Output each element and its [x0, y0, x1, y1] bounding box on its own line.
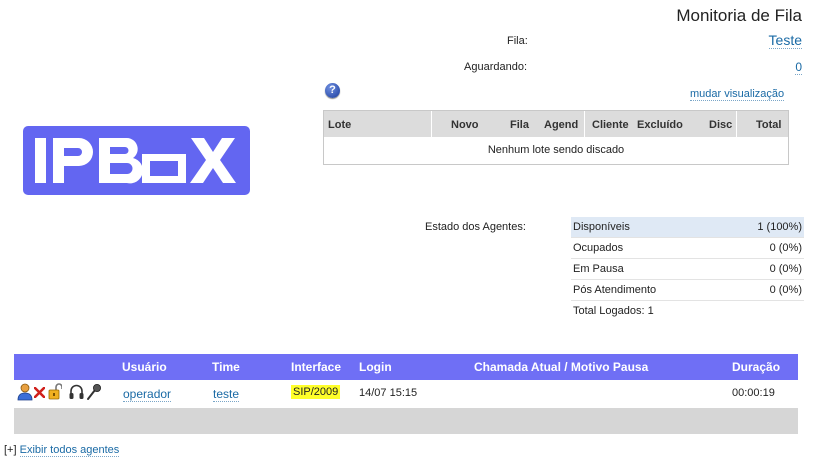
estado-name: Disponíveis [573, 221, 630, 233]
estado-name: Ocupados [573, 242, 624, 254]
estado-value: 0 (0%) [769, 263, 802, 275]
estado-name: Pós Atendimento [573, 284, 657, 296]
page-title: Monitoria de Fila [676, 6, 802, 25]
help-icon[interactable]: ? [325, 83, 340, 98]
table-row: operador teste SIP/2009 14/07 15:15 00:0… [14, 380, 798, 408]
col-cliente: Cliente [592, 119, 629, 131]
lotes-empty-message: Nenhum lote sendo discado [487, 144, 625, 156]
mudar-visualizacao-link[interactable]: mudar visualização [690, 88, 785, 101]
col-interface: Interface [291, 360, 342, 374]
estado-value: 1 (100%) [757, 221, 802, 233]
agents-table-header: Usuário Time Interface Login Chamada Atu… [14, 354, 798, 380]
estado-row-disponiveis: Disponíveis 1 (100%) [571, 217, 804, 238]
logout-x-icon[interactable] [34, 387, 45, 398]
col-excluido: Excluído [637, 119, 683, 131]
agents-table-footer [14, 408, 798, 434]
estado-value: 0 (0%) [769, 284, 802, 296]
headset-icon[interactable] [69, 383, 84, 401]
estado-value: 0 (0%) [769, 242, 802, 254]
estado-name: Em Pausa [573, 263, 624, 275]
estado-row-em-pausa: Em Pausa 0 (0%) [571, 259, 804, 280]
col-login: Login [359, 360, 392, 374]
col-time: Time [212, 360, 240, 374]
col-chamada-atual: Chamada Atual / Motivo Pausa [474, 360, 649, 374]
agent-user-icon[interactable] [17, 383, 33, 401]
agent-login: 14/07 15:15 [359, 387, 418, 399]
agent-interface-value: SIP/2009 [291, 385, 341, 399]
estado-agentes-label: Estado dos Agentes: [425, 221, 526, 233]
ipbox-logo [23, 126, 250, 195]
col-lote: Lote [328, 119, 352, 131]
col-usuario: Usuário [122, 360, 167, 374]
agent-usuario-link[interactable]: operador [123, 387, 172, 402]
col-duracao: Duração [732, 360, 781, 374]
lotes-table-header: Lote Novo Fila Agend Cliente Excluído Di… [324, 111, 788, 137]
estado-agentes-list: Disponíveis 1 (100%) Ocupados 0 (0%) Em … [571, 217, 804, 321]
total-logados: Total Logados: 1 [573, 305, 654, 317]
lotes-table: Lote Novo Fila Agend Cliente Excluído Di… [323, 110, 789, 165]
col-total: Total [756, 119, 782, 131]
col-agend: Agend [544, 119, 579, 131]
col-novo: Novo [451, 119, 479, 131]
agents-table: Usuário Time Interface Login Chamada Atu… [14, 354, 798, 434]
estado-row-pos-atendimento: Pós Atendimento 0 (0%) [571, 280, 804, 301]
ipbox-logo-mark [35, 138, 236, 184]
microphone-icon[interactable] [86, 383, 102, 401]
agent-interface: SIP/2009 [291, 385, 341, 399]
exibir-todos-agentes-link[interactable]: Exibir todos agentes [19, 444, 120, 457]
col-fila: Fila [510, 119, 529, 131]
fila-label: Fila: [507, 35, 528, 47]
agent-duracao: 00:00:19 [732, 387, 775, 399]
col-disc: Disc [709, 119, 733, 131]
unlock-icon[interactable] [48, 383, 62, 401]
estado-row-ocupados: Ocupados 0 (0%) [571, 238, 804, 259]
exibir-todos-container: [+] Exibir todos agentes [4, 444, 120, 457]
fila-value-link[interactable]: Teste [768, 32, 802, 49]
aguardando-label: Aguardando: [464, 61, 527, 73]
aguardando-value-link[interactable]: 0 [795, 60, 802, 75]
agent-time-link[interactable]: teste [213, 387, 240, 402]
expand-prefix: [+] [4, 444, 17, 456]
